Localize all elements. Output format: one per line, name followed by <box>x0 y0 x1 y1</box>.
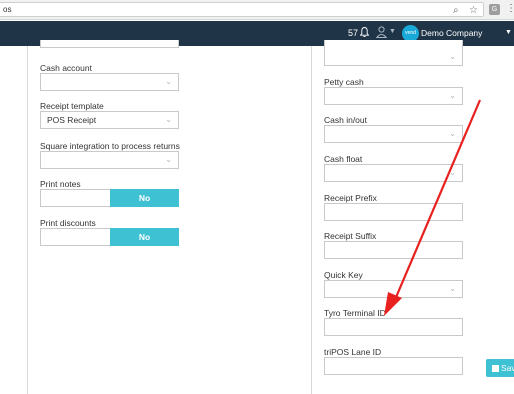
chevron-down-icon: ⌄ <box>449 129 456 138</box>
chevron-down-icon: ⌄ <box>449 91 456 100</box>
print-discounts-no-toggle[interactable]: No <box>110 228 179 246</box>
cash-account-select[interactable]: ⌄ <box>40 73 179 91</box>
print-notes-label: Print notes <box>40 179 81 189</box>
notification-count[interactable]: 57 <box>348 28 358 38</box>
chevron-down-icon: ⌄ <box>165 115 172 124</box>
chevron-down-icon: ⌄ <box>165 155 172 164</box>
user-icon[interactable] <box>376 26 387 38</box>
tripos-lane-id-label: triPOS Lane ID <box>324 347 382 357</box>
print-discounts-label: Print discounts <box>40 218 96 228</box>
save-icon <box>492 365 499 372</box>
print-discounts-yes-option[interactable] <box>40 228 111 246</box>
column-divider <box>311 46 312 394</box>
company-chevron-down-icon[interactable]: ▼ <box>505 29 512 36</box>
cash-in-out-label: Cash in/out <box>324 115 367 125</box>
petty-cash-select[interactable]: ⌄ <box>324 87 463 105</box>
tyro-terminal-id-input[interactable] <box>324 318 463 336</box>
square-integration-label: Square integration to process returns <box>40 141 180 151</box>
receipt-template-select[interactable]: POS Receipt ⌄ <box>40 111 179 129</box>
tyro-terminal-id-label: Tyro Terminal ID <box>324 308 386 318</box>
receipt-suffix-input[interactable] <box>324 241 463 259</box>
previous-field-select[interactable] <box>40 40 179 48</box>
address-bar-text: os <box>3 5 12 14</box>
bell-icon[interactable] <box>360 26 369 38</box>
receipt-suffix-label: Receipt Suffix <box>324 231 377 241</box>
cash-account-label: Cash account <box>40 63 92 73</box>
previous-field-select-right[interactable]: ⌄ <box>324 40 463 66</box>
zoom-icon[interactable]: ⌕ <box>453 5 459 16</box>
chevron-down-icon: ⌄ <box>449 168 456 177</box>
chevron-down-icon: ⌄ <box>449 284 456 293</box>
quick-key-select[interactable]: ⌄ <box>324 280 463 298</box>
print-notes-yes-option[interactable] <box>40 189 111 207</box>
save-button[interactable]: Save <box>486 359 514 377</box>
receipt-prefix-input[interactable] <box>324 203 463 221</box>
petty-cash-label: Petty cash <box>324 77 364 87</box>
chevron-down-icon: ⌄ <box>449 52 456 61</box>
left-divider <box>27 46 28 394</box>
bookmark-star-icon[interactable]: ☆ <box>469 5 478 16</box>
receipt-template-label: Receipt template <box>40 101 104 111</box>
user-menu-chevron-icon[interactable]: ▼ <box>389 28 396 35</box>
save-button-label: Save <box>501 363 514 373</box>
print-notes-no-toggle[interactable]: No <box>110 189 179 207</box>
address-bar[interactable]: os ⌕ ☆ <box>0 2 484 17</box>
receipt-template-value: POS Receipt <box>47 115 97 125</box>
cash-in-out-select[interactable]: ⌄ <box>324 125 463 143</box>
quick-key-label: Quick Key <box>324 270 363 280</box>
tripos-lane-id-input[interactable] <box>324 357 463 375</box>
browser-toolbar: os ⌕ ☆ G ⋮ <box>0 0 514 20</box>
browser-menu-icon[interactable]: ⋮ <box>506 3 514 15</box>
chevron-down-icon: ⌄ <box>165 77 172 86</box>
cash-float-label: Cash float <box>324 154 363 164</box>
square-integration-select[interactable]: ⌄ <box>40 151 179 169</box>
extension-icon[interactable]: G <box>489 4 500 15</box>
receipt-prefix-label: Receipt Prefix <box>324 193 377 203</box>
cash-float-select[interactable]: ⌄ <box>324 164 463 182</box>
